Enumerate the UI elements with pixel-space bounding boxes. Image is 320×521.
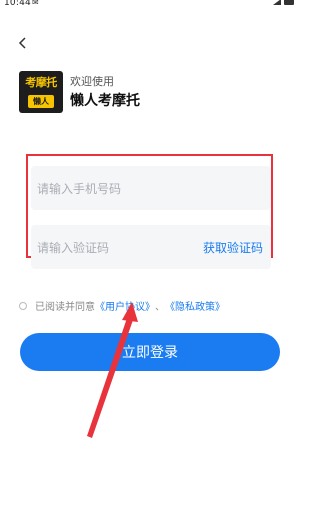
login-screen: 10:44 ✉ 考摩托 懒人 欢迎使用 懒人考摩托 请输入手机号码 请输入验证码… [0, 0, 300, 521]
status-time: 10:44 [4, 0, 31, 8]
notification-icon: ✉ [32, 0, 39, 7]
user-agreement-link[interactable]: 《用户协议》 [95, 298, 155, 313]
app-logo: 考摩托 懒人 [19, 71, 63, 113]
welcome-text: 欢迎使用 [70, 75, 114, 88]
agreement-checkbox[interactable] [19, 301, 27, 310]
signal-icon [273, 0, 281, 5]
verification-code-input[interactable]: 请输入验证码 获取验证码 [31, 225, 271, 269]
login-button[interactable]: 立即登录 [20, 333, 280, 371]
agreement-prefix: 已阅读并同意 [35, 302, 95, 313]
status-icons [273, 0, 294, 5]
phone-input[interactable]: 请输入手机号码 [31, 166, 271, 210]
logo-top-text: 考摩托 [25, 76, 57, 89]
code-placeholder: 请输入验证码 [37, 240, 110, 255]
logo-bottom-text: 懒人 [28, 95, 54, 108]
privacy-policy-link[interactable]: 《隐私政策》 [165, 298, 225, 313]
phone-placeholder: 请输入手机号码 [37, 181, 122, 196]
get-code-button[interactable]: 获取验证码 [203, 239, 263, 256]
chevron-left-icon [18, 37, 26, 49]
agreement-separator: 、 [155, 302, 165, 313]
battery-icon [284, 0, 294, 5]
app-name: 懒人考摩托 [70, 93, 140, 109]
back-button[interactable] [14, 34, 32, 52]
status-bar: 10:44 ✉ [0, 0, 300, 12]
agreement-row: 已阅读并同意 《用户协议》 、 《隐私政策》 [19, 298, 225, 313]
